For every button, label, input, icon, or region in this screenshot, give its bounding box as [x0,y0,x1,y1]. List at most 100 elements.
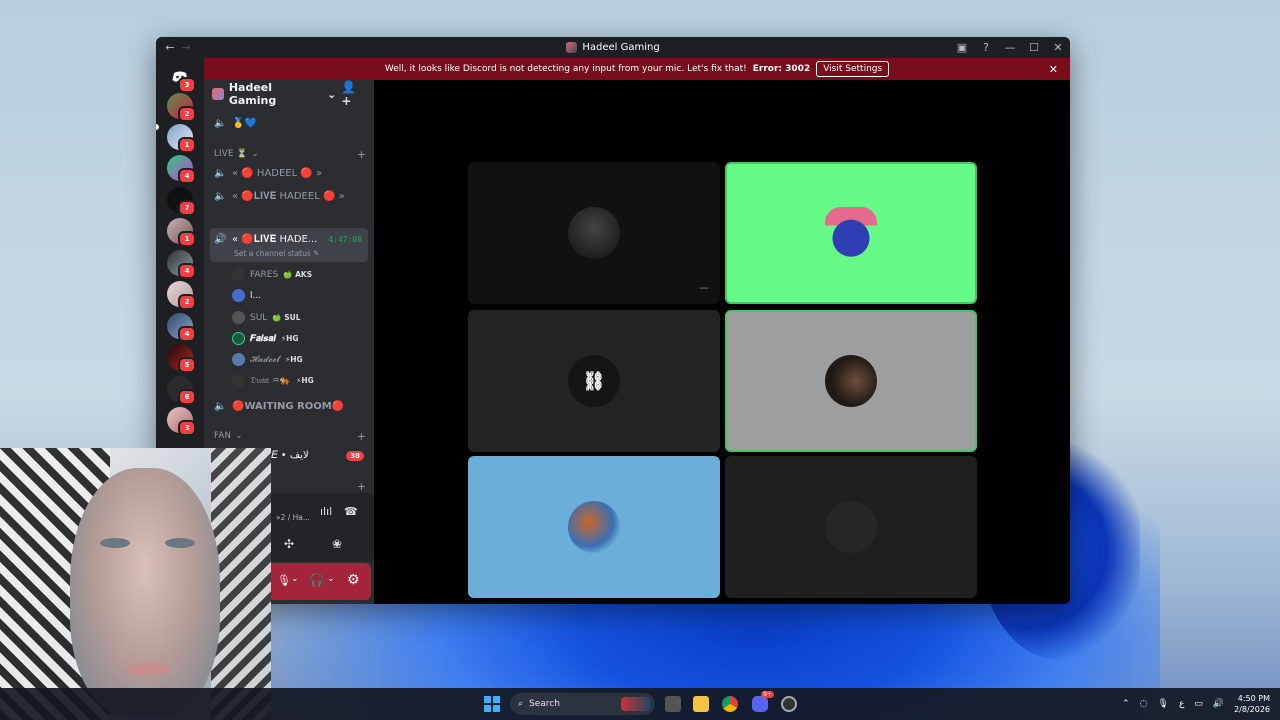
activity-icon[interactable]: ✣ [284,537,294,551]
disconnect-icon[interactable]: ☎ [344,505,358,518]
server-icon-8[interactable]: 4 [167,313,196,342]
eye [165,538,195,548]
chevron-down-icon[interactable]: ⌄ [291,574,299,584]
voice-member[interactable]: FARES 🍏 AKS [232,268,312,281]
more-options-icon[interactable]: ⋯ [694,282,714,298]
soundboard-icon[interactable]: ❀ [332,537,342,551]
face-image [70,468,220,718]
participant-tile-2[interactable] [725,162,977,304]
server-icon-6[interactable]: 4 [167,250,196,279]
voice-channel[interactable]: 🔈 🔴WAITING ROOM🔴 [210,401,368,412]
webcam-overlay [0,448,271,720]
eye-off-icon[interactable]: ◌ [1140,699,1148,709]
avatar [232,353,245,366]
microphone-icon[interactable]: 🎙 [1158,699,1169,709]
server-icon-1[interactable]: 2 [167,93,196,122]
discord-window: ← → Hadeel Gaming ▣ ? — ☐ ✕ 3 2 1 4 7 1 … [156,37,1070,604]
add-channel-icon[interactable]: + [357,148,366,161]
close-icon[interactable]: ✕ [1046,41,1070,54]
back-arrow-icon[interactable]: ← [162,41,178,54]
chevron-up-icon[interactable]: ⌃ [1122,699,1130,709]
chevron-down-icon: ⌄ [251,149,259,159]
discord-taskbar-icon[interactable]: 9+ [752,691,774,712]
unread-pill [156,124,159,130]
system-tray: ⌃ ◌ 🎙 ع ▭ 🔊 4:50 PM 2/8/2026 [1122,688,1270,720]
voice-channel[interactable]: 🔈 « 🔴 HADEEL 🔴 » [210,168,368,179]
language-indicator[interactable]: ع [1179,699,1184,709]
participant-tile-5[interactable] [468,456,720,598]
close-icon[interactable]: ✕ [1049,63,1058,76]
clock[interactable]: 4:50 PM 2/8/2026 [1234,693,1270,715]
voice-channel[interactable]: 🔈 « 🔴𝐋𝐈𝐕𝐄 HADEEL 🔴 » [210,191,368,202]
add-channel-icon[interactable]: + [357,430,366,443]
voice-member[interactable]: 𝔇𝔲𝔞𝔞 ♒🐅 ⚡HG [232,374,314,387]
participant-tile-1[interactable]: ⋯ [468,162,720,304]
voice-channel[interactable]: 🔈 🥇💙 [210,118,368,129]
notification-badge: 4 [178,168,196,184]
category-live[interactable]: LIVE ⏳ ⌄ [210,149,368,159]
server-icon-10[interactable]: 6 [167,376,196,405]
inbox-icon[interactable]: ▣ [950,41,974,54]
visit-settings-button[interactable]: Visit Settings [816,61,890,77]
clock-date: 2/8/2026 [1234,705,1270,714]
avatar [825,207,877,259]
eye [100,538,130,548]
lips [125,663,170,675]
server-icon-2[interactable]: 1 [167,124,196,153]
voice-member[interactable]: 𝓗𝓪𝓭𝓮𝓮𝓵 ⚡HG [232,353,303,366]
participant-tile-4[interactable] [725,310,977,452]
notification-badge: 4 [178,326,196,342]
channel-name: 🥇💙 [232,118,257,129]
category-fan[interactable]: FAN ⌄ [210,431,368,441]
avatar: ⛓ [568,355,620,407]
notification-badge: 1 [178,231,196,247]
voice-member[interactable]: SUL 🍏 SUL [232,311,301,324]
maximize-icon[interactable]: ☐ [1022,41,1046,54]
server-icon-7[interactable]: 2 [167,281,196,310]
server-icon-3[interactable]: 4 [167,155,196,184]
voice-video-stage: ⋯ ⛓ [374,80,1070,604]
gear-icon[interactable]: ⚙ [347,572,360,588]
server-home-icon [212,88,224,100]
network-icon[interactable]: ▭ [1194,699,1203,709]
file-explorer-icon[interactable] [693,696,709,712]
server-icon-5[interactable]: 1 [167,218,196,247]
participant-tile-3[interactable]: ⛓ [468,310,720,452]
avatar [568,207,620,259]
avatar [232,374,245,387]
server-icon-11[interactable]: 3 [167,407,196,436]
microphone-icon[interactable]: 🎙 [277,574,291,587]
task-view-icon[interactable] [665,696,681,712]
search-highlight-icon [621,697,651,711]
search-icon: ⌕ [518,699,524,709]
voice-member[interactable]: l... [232,289,261,302]
forward-arrow-icon[interactable]: → [178,41,194,54]
server-icon-4[interactable]: 7 [167,187,196,216]
app-icon[interactable] [781,696,797,712]
voice-member[interactable]: 𝑭𝒂𝒊𝒔𝒂𝒍 ⚡HG [232,332,299,345]
invite-people-icon[interactable]: 👤+ [341,80,366,108]
channel-status[interactable]: Set a channel status ✎ [210,249,368,258]
noise-suppression-icon[interactable]: ılıl [320,505,332,518]
add-channel-icon[interactable]: + [357,480,366,493]
minimize-icon[interactable]: — [998,41,1022,54]
discord-home-icon[interactable]: 3 [167,64,196,93]
server-header[interactable]: Hadeel Gaming ⌄ 👤+ [204,78,374,110]
taskbar-search-box[interactable]: ⌕ Search [510,693,655,715]
channel-name: « 🔴𝐋𝐈𝐕𝐄 HADE... [232,234,318,245]
chevron-down-icon[interactable]: ⌄ [327,574,335,584]
server-icon-9[interactable]: 5 [167,344,196,373]
notification-badge: 7 [178,200,196,216]
mic-error-banner: Well, it looks like Discord is not detec… [204,58,1070,80]
chrome-icon[interactable] [722,696,738,712]
notification-badge: 3 [178,420,196,436]
speaker-icon: 🔈 [214,191,227,202]
error-code: Error: 3002 [752,64,811,74]
help-icon[interactable]: ? [974,41,998,54]
windows-start-icon[interactable] [484,696,500,712]
speaker-icon: 🔈 [214,118,227,129]
participant-tile-6[interactable] [725,456,977,598]
voice-channel-active[interactable]: 🔊 « 🔴𝐋𝐈𝐕𝐄 HADE... 4:47:08 [210,234,368,245]
volume-icon[interactable]: 🔊 [1213,699,1224,709]
headphones-icon[interactable]: 🎧 [309,573,324,587]
